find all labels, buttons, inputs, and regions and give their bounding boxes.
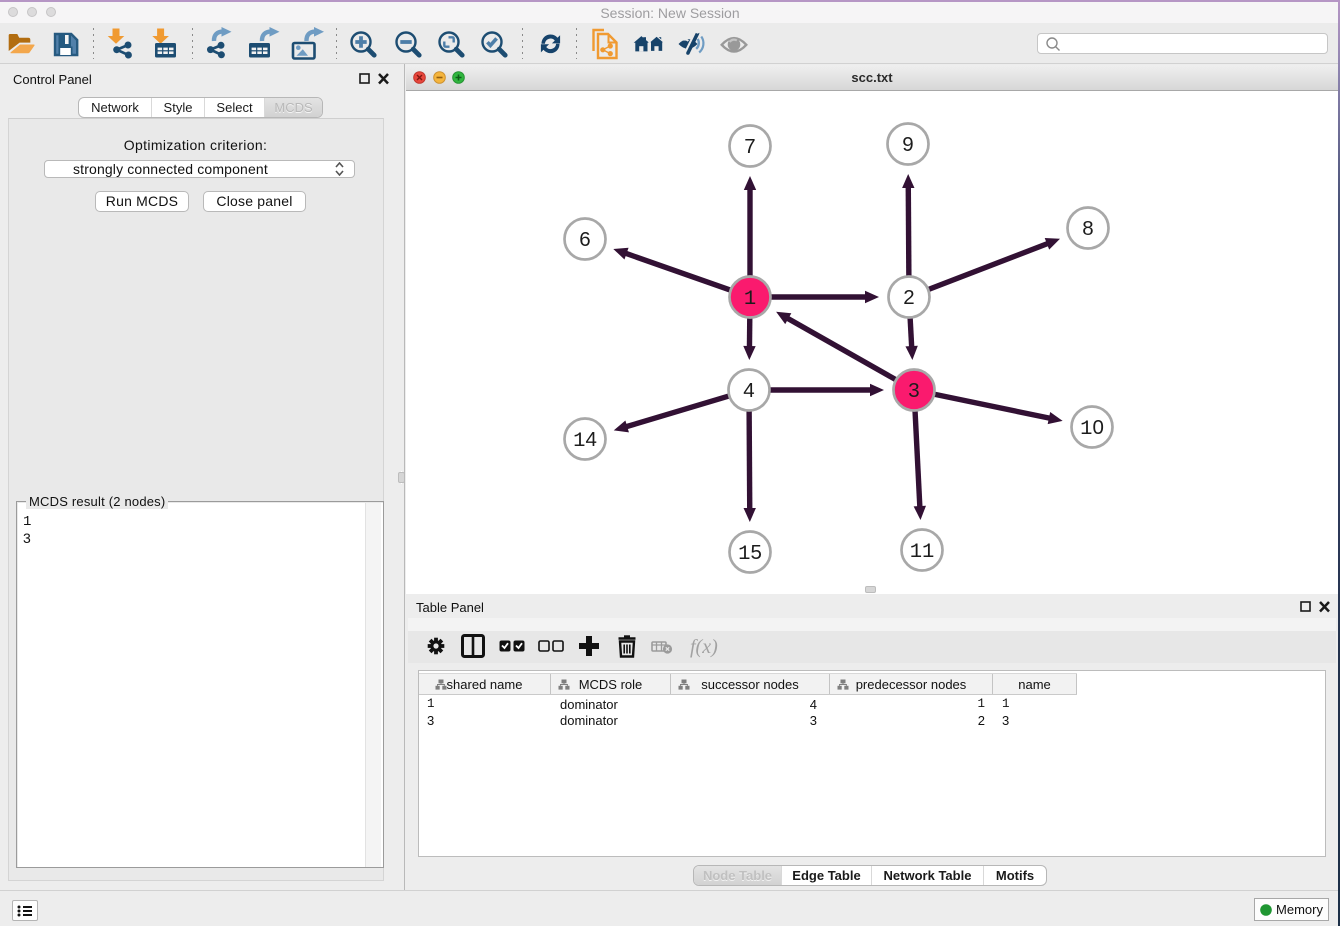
svg-text:3: 3 bbox=[908, 379, 919, 402]
svg-text:15: 15 bbox=[738, 541, 762, 566]
svg-text:11: 11 bbox=[910, 541, 935, 564]
svg-text:7: 7 bbox=[744, 135, 755, 158]
svg-text:4: 4 bbox=[743, 379, 754, 402]
svg-text:10: 10 bbox=[1080, 416, 1104, 441]
svg-text:9: 9 bbox=[902, 133, 913, 156]
svg-text:6: 6 bbox=[579, 228, 590, 251]
svg-text:1: 1 bbox=[744, 288, 756, 311]
svg-text:8: 8 bbox=[1082, 217, 1093, 240]
svg-text:14: 14 bbox=[573, 428, 597, 453]
svg-text:2: 2 bbox=[903, 286, 914, 309]
svg-text:f(x): f(x) bbox=[690, 636, 718, 658]
